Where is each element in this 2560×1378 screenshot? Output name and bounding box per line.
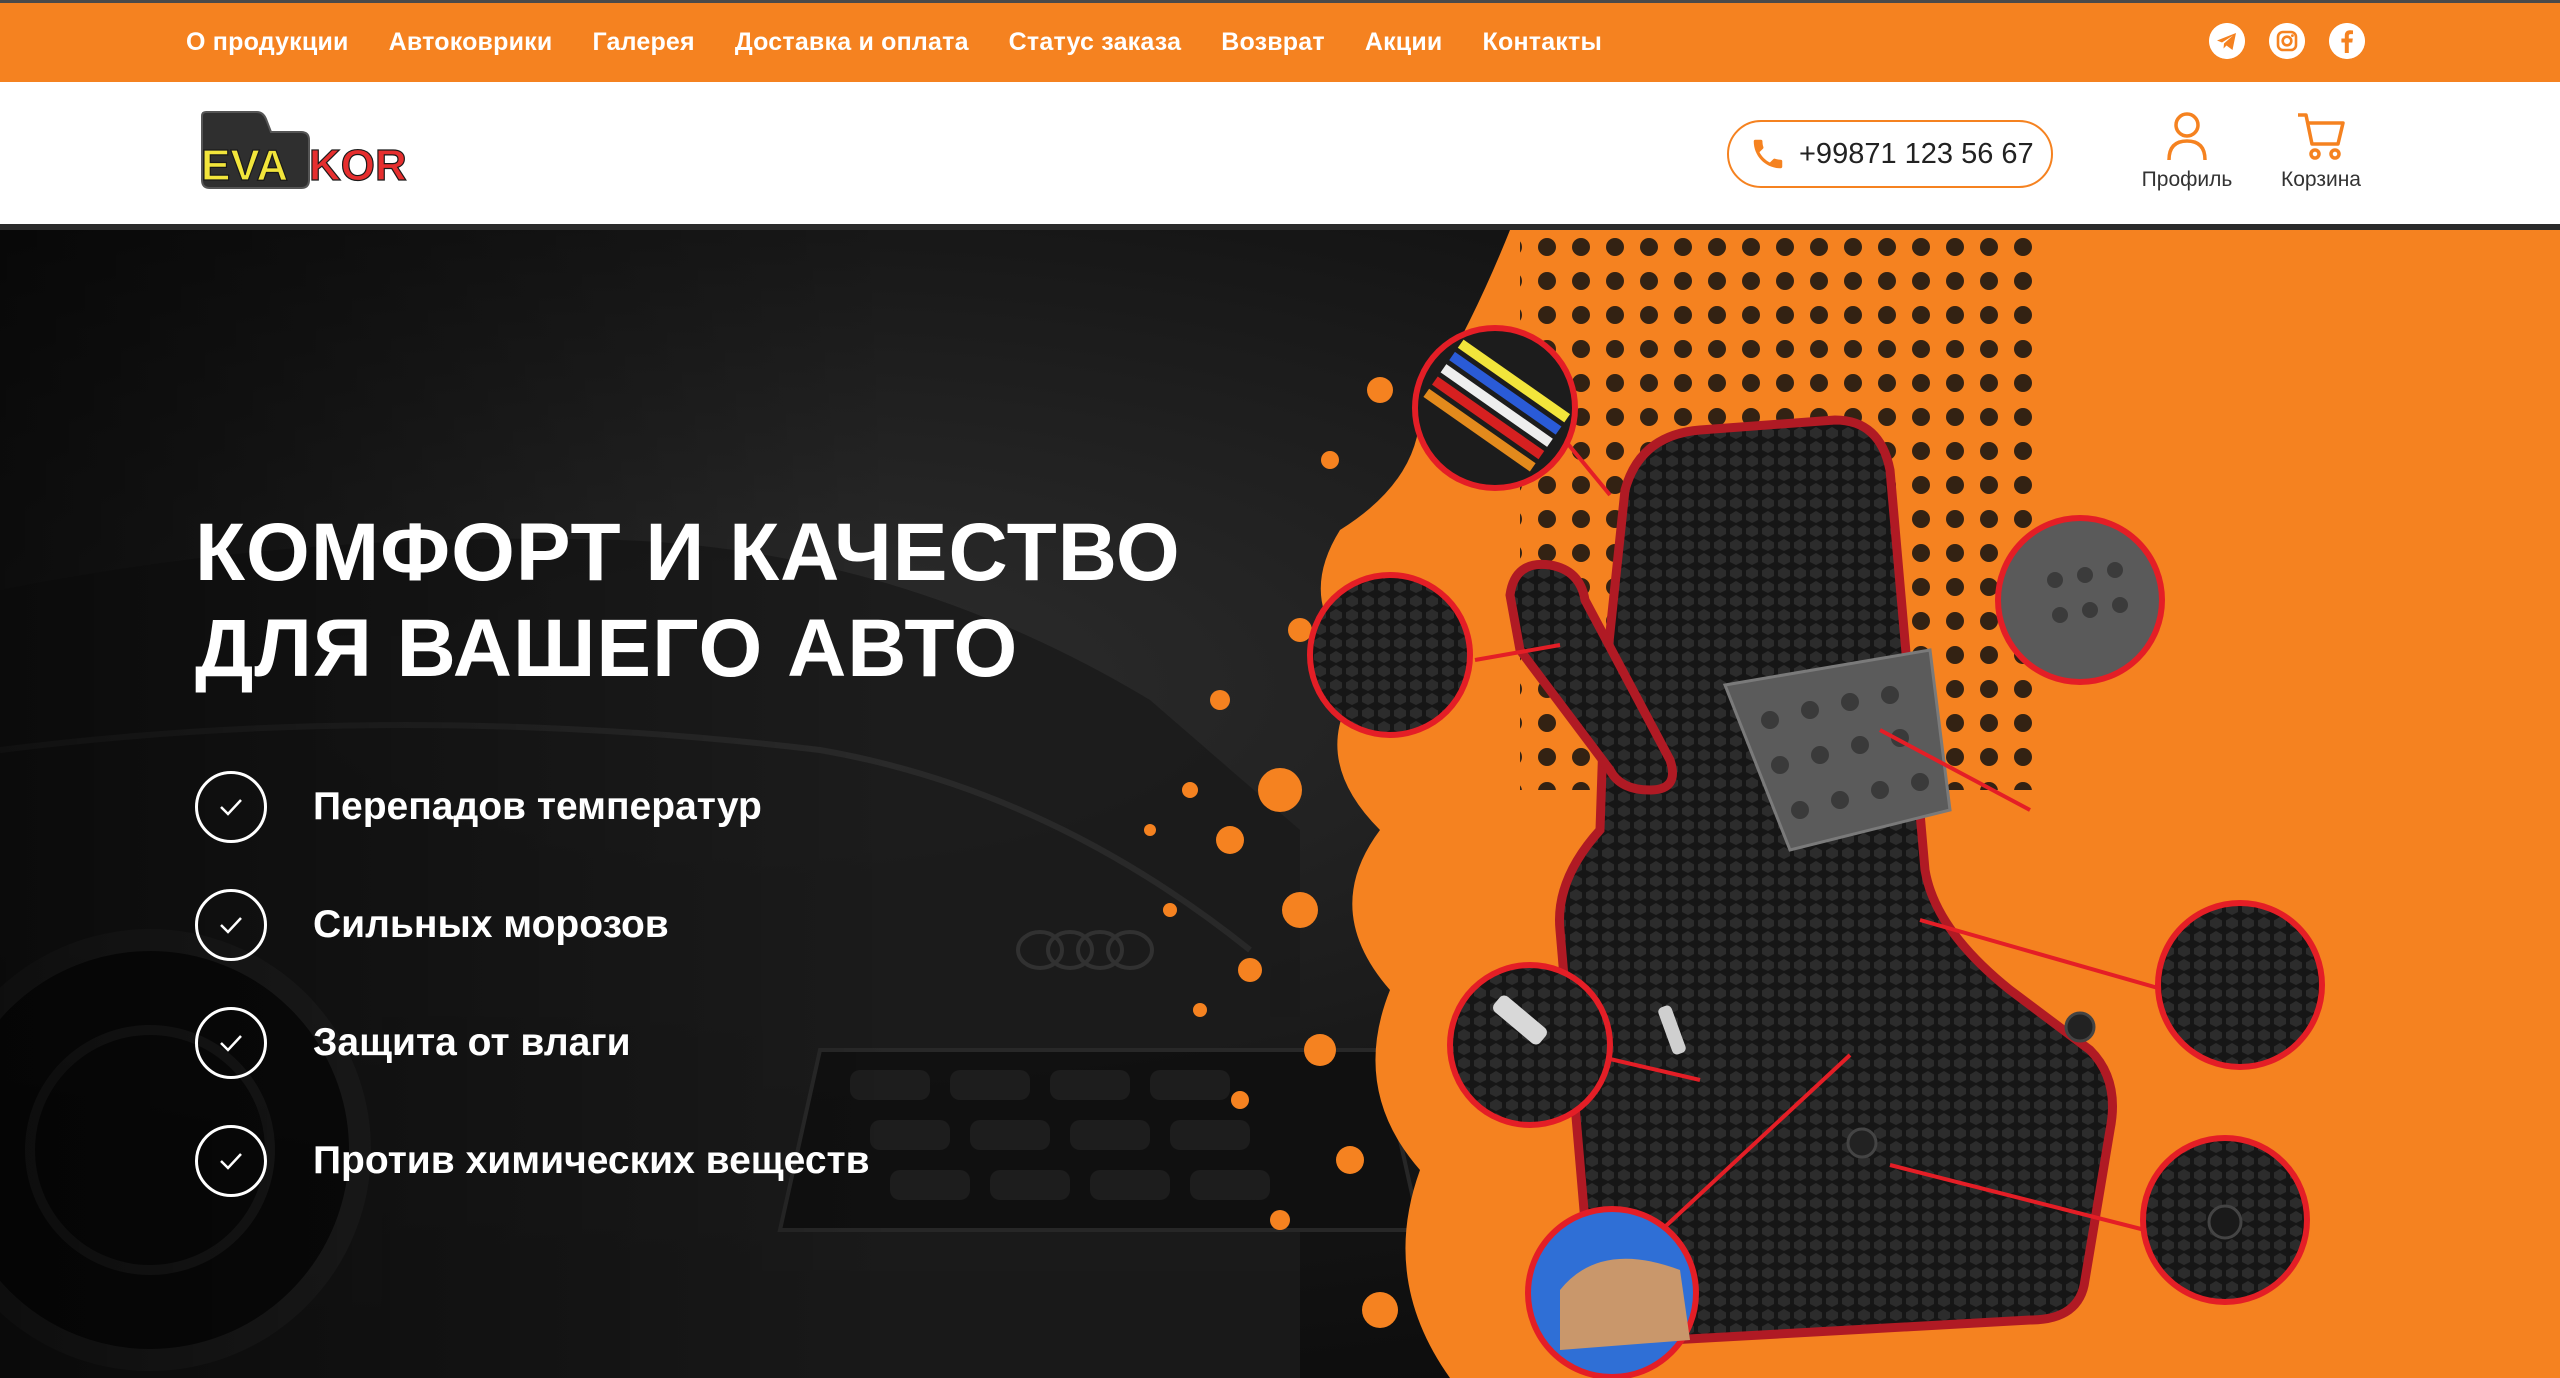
svg-text:KOR: KOR: [309, 141, 407, 190]
feature-item: Защита от влаги: [195, 1003, 870, 1083]
feature-label: Перепадов температур: [313, 785, 762, 828]
feature-item: Перепадов температур: [195, 767, 870, 847]
cart-label: Корзина: [2281, 168, 2361, 191]
nav-link-mats[interactable]: Автоковрики: [389, 28, 553, 57]
check-icon: [195, 889, 267, 961]
nav-link-promo[interactable]: Акции: [1365, 28, 1443, 57]
eva-kor-logo[interactable]: EVA KOR: [197, 110, 427, 194]
feature-list: Перепадов температур Сильных морозов Защ…: [195, 767, 870, 1239]
cart-button[interactable]: Корзина: [2266, 110, 2376, 192]
top-nav: О продукции Автоковрики Галерея Доставка…: [186, 3, 1642, 82]
profile-button[interactable]: Профиль: [2132, 110, 2242, 192]
svg-text:EVA: EVA: [201, 141, 288, 190]
top-nav-bar: О продукции Автоковрики Галерея Доставка…: [0, 0, 2560, 82]
instagram-icon[interactable]: [2269, 23, 2305, 59]
feature-item: Против химических веществ: [195, 1121, 870, 1201]
hero-headline: КОМФОРТ И КАЧЕСТВО ДЛЯ ВАШЕГО АВТО: [195, 505, 1181, 697]
profile-label: Профиль: [2141, 168, 2233, 191]
check-icon: [195, 771, 267, 843]
phone-icon: [1753, 139, 1783, 169]
nav-link-return[interactable]: Возврат: [1221, 28, 1325, 57]
feature-label: Сильных морозов: [313, 903, 669, 946]
hero-title-line-1: КОМФОРТ И КАЧЕСТВО: [195, 507, 1181, 598]
nav-link-about[interactable]: О продукции: [186, 28, 349, 57]
hero-title-line-2: ДЛЯ ВАШЕГО АВТО: [195, 603, 1019, 694]
phone-button[interactable]: +99871 123 56 67: [1727, 120, 2053, 188]
feature-label: Против химических веществ: [313, 1139, 870, 1182]
feature-label: Защита от влаги: [313, 1021, 631, 1064]
feature-item: Сильных морозов: [195, 885, 870, 965]
nav-link-gallery[interactable]: Галерея: [592, 28, 694, 57]
hero-banner: КОМФОРТ И КАЧЕСТВО ДЛЯ ВАШЕГО АВТО Переп…: [0, 230, 2560, 1378]
cart-icon: [2298, 113, 2345, 160]
facebook-icon[interactable]: [2329, 23, 2365, 59]
social-links: [2209, 23, 2365, 59]
nav-link-contacts[interactable]: Контакты: [1483, 28, 1602, 57]
telegram-icon[interactable]: [2209, 23, 2245, 59]
header: EVA KOR +99871 123 56 67 Профиль Корзина: [0, 82, 2560, 230]
user-icon: [2167, 112, 2207, 161]
check-icon: [195, 1007, 267, 1079]
nav-link-delivery[interactable]: Доставка и оплата: [735, 28, 969, 57]
phone-number: +99871 123 56 67: [1799, 137, 2034, 170]
nav-link-order-status[interactable]: Статус заказа: [1009, 28, 1182, 57]
check-icon: [195, 1125, 267, 1197]
